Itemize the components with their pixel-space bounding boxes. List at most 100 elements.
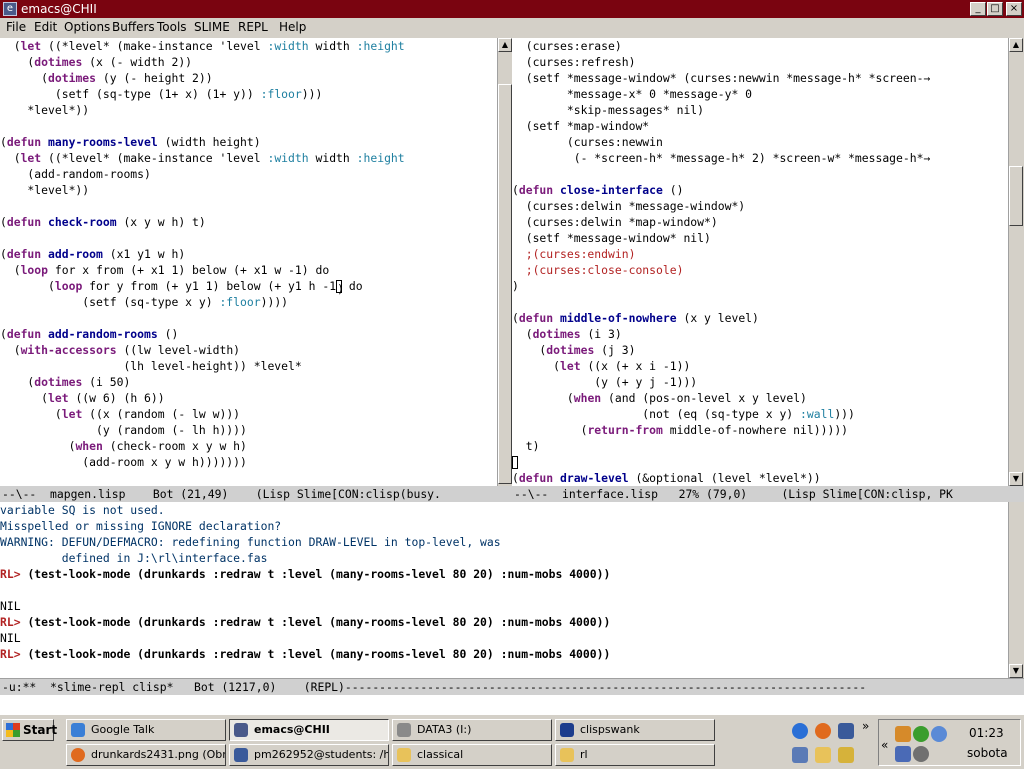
- code-line: (dotimes (x (- width 2)): [0, 55, 193, 69]
- scroll-up-arrow-icon[interactable]: ▲: [498, 38, 512, 52]
- menu-slime[interactable]: SLIME: [194, 20, 230, 34]
- code-line: RL> (test-look-mode (drunkards :redraw t…: [0, 567, 611, 581]
- code-line: NIL: [0, 599, 21, 613]
- code-line: (let ((x (+ x i -1)): [512, 359, 691, 373]
- code-line: (defun middle-of-nowhere (x y level): [512, 311, 759, 325]
- code-line: (loop for x from (+ x1 1) below (+ x1 w …: [0, 263, 330, 277]
- repl-mode-line: -u:** *slime-repl clisp* Bot (1217,0) (R…: [0, 678, 1024, 696]
- taskbar-button-classical[interactable]: classical: [392, 744, 552, 766]
- code-line: (defun add-room (x1 y1 w h): [0, 247, 186, 261]
- minimize-button[interactable]: _: [970, 2, 986, 16]
- line-continuation-arrow-icon: →: [923, 151, 931, 165]
- code-line: (y (random (- lh h)))): [0, 423, 247, 437]
- code-line: (defun add-random-rooms (): [0, 327, 179, 341]
- right-scrollbar[interactable]: ▲ ▼: [1008, 38, 1024, 486]
- right-mode-line: --\-- interface.lisp 27% (79,0) (Lisp Sl…: [512, 486, 1024, 502]
- taskbar-button-emacs[interactable]: emacs@CHII: [229, 719, 389, 741]
- code-line: (lh level-height)) *level*: [0, 359, 302, 373]
- code-line: (setf *message-window* nil): [512, 231, 711, 245]
- ie-icon[interactable]: [792, 723, 808, 739]
- taskbar-button-data3[interactable]: DATA3 (I:): [392, 719, 552, 741]
- code-line: (defun check-room (x y w h) t): [0, 215, 206, 229]
- talk-icon[interactable]: [931, 726, 947, 742]
- code-line: defined in J:\rl\interface.fas: [0, 551, 268, 565]
- menu-tools[interactable]: Tools: [157, 20, 187, 34]
- code-line: RL> (test-look-mode (drunkards :redraw t…: [0, 615, 611, 629]
- network-icon[interactable]: [895, 726, 911, 742]
- start-label: Start: [23, 723, 58, 737]
- scroll-down-arrow-icon[interactable]: ▼: [1009, 472, 1023, 486]
- code-line: (curses:newwin: [512, 135, 663, 149]
- code-line: (defun close-interface (): [512, 183, 684, 197]
- code-line: *level*)): [0, 103, 90, 117]
- show-desktop-icon[interactable]: [792, 747, 808, 763]
- code-line: RL> (test-look-mode (drunkards :redraw t…: [0, 647, 611, 661]
- taskbar-button-drunkards-png[interactable]: drunkards2431.png (Obra...: [66, 744, 226, 766]
- minibuffer[interactable]: [0, 695, 1024, 714]
- code-line: (setf *map-window*: [512, 119, 650, 133]
- taskbar-button-google-talk[interactable]: Google Talk: [66, 719, 226, 741]
- code-line: (return-from middle-of-nowhere nil))))): [512, 423, 849, 437]
- settings-icon[interactable]: [913, 746, 929, 762]
- menu-file[interactable]: File: [6, 20, 26, 34]
- clock-day: sobota: [967, 746, 1008, 760]
- emacs-icon[interactable]: e: [3, 2, 17, 16]
- maximize-button[interactable]: □: [987, 2, 1003, 16]
- right-scroll-thumb[interactable]: [1009, 166, 1023, 226]
- menu-help[interactable]: Help: [279, 20, 306, 34]
- start-button[interactable]: Start: [2, 719, 58, 741]
- help-icon[interactable]: [838, 747, 854, 763]
- code-line: [512, 455, 518, 469]
- code-line: ;(curses:close-console): [512, 263, 684, 277]
- utorrent-icon[interactable]: [913, 726, 929, 742]
- code-line: (y (+ y j -1))): [512, 375, 698, 389]
- tray-expand-icon[interactable]: «: [881, 738, 888, 752]
- clock-time[interactable]: 01:23: [969, 726, 1004, 740]
- title-bar: e emacs@CHII _ □ ×: [0, 0, 1024, 18]
- volume-icon[interactable]: [895, 746, 911, 762]
- code-line: (add-room x y w h))))))): [0, 455, 247, 469]
- code-line: variable SQ is not used.: [0, 503, 165, 517]
- code-line: NIL: [0, 631, 21, 645]
- menu-buffers[interactable]: Buffers: [112, 20, 155, 34]
- code-line: (defun many-rooms-level (width height): [0, 135, 261, 149]
- slime-repl-buffer[interactable]: variable SQ is not used. Misspelled or m…: [0, 502, 1008, 678]
- code-line: *level*)): [0, 183, 90, 197]
- taskbar-button-rl[interactable]: rl: [555, 744, 715, 766]
- quicklaunch-overflow-icon[interactable]: »: [862, 719, 869, 733]
- firefox-icon[interactable]: [815, 723, 831, 739]
- taskbar-button-putty[interactable]: pm262952@students: /h...: [229, 744, 389, 766]
- menu-options[interactable]: Options: [64, 20, 110, 34]
- firefox-icon: [71, 748, 85, 762]
- left-scrollbar[interactable]: ▲: [497, 38, 512, 486]
- code-line: t): [512, 439, 540, 453]
- left-scroll-thumb[interactable]: [498, 84, 512, 484]
- code-line: (curses:refresh): [512, 55, 636, 69]
- code-line: ;(curses:endwin): [512, 247, 636, 261]
- scroll-up-arrow-icon[interactable]: ▲: [1009, 38, 1023, 52]
- code-line: (add-random-rooms): [0, 167, 151, 181]
- menu-edit[interactable]: Edit: [34, 20, 57, 34]
- taskbar-button-clispswank[interactable]: clispswank: [555, 719, 715, 741]
- code-line: (dotimes (y (- height 2)): [0, 71, 213, 85]
- scroll-down-arrow-icon[interactable]: ▼: [1009, 664, 1023, 678]
- close-button[interactable]: ×: [1006, 2, 1022, 16]
- code-line: ): [512, 279, 519, 293]
- code-line: (let ((*level* (make-instance 'level :wi…: [0, 151, 405, 165]
- mapgen-buffer[interactable]: (let ((*level* (make-instance 'level :wi…: [0, 38, 497, 486]
- code-line: (setf *message-window* (curses:newwin *m…: [512, 71, 931, 85]
- console-icon: [560, 723, 574, 737]
- code-line: (when (check-room x y w h): [0, 439, 247, 453]
- code-line: (setf (sq-type (1+ x) (1+ y)) :floor))): [0, 87, 323, 101]
- menu-repl[interactable]: REPL: [238, 20, 268, 34]
- code-line: Misspelled or missing IGNORE declaration…: [0, 519, 282, 533]
- code-line: (setf (sq-type x y) :floor)))): [0, 295, 289, 309]
- window-icon[interactable]: [838, 723, 854, 739]
- putty-icon: [234, 748, 248, 762]
- system-tray: « 01:23 sobota: [878, 719, 1021, 766]
- repl-scrollbar[interactable]: ▼: [1008, 502, 1024, 678]
- code-line: (when (and (pos-on-level x y level): [512, 391, 807, 405]
- folder-icon[interactable]: [815, 747, 831, 763]
- interface-buffer[interactable]: (curses:erase) (curses:refresh) (setf *m…: [512, 38, 1008, 486]
- folder-icon: [397, 748, 411, 762]
